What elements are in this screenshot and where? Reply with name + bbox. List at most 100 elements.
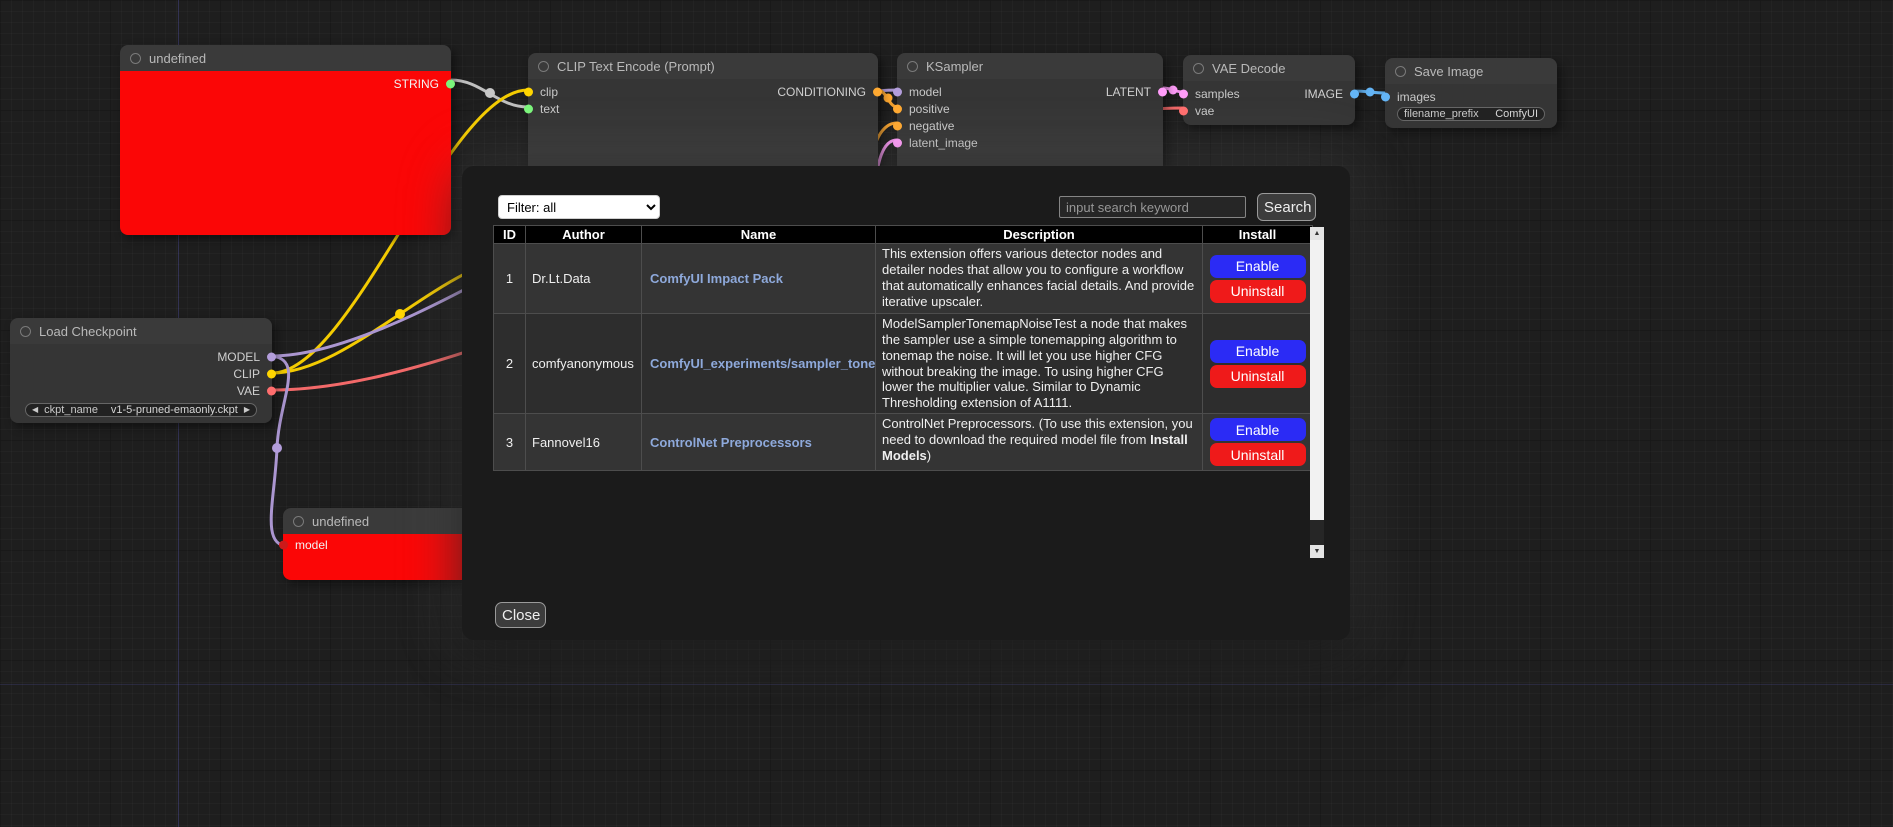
table-row: 3 Fannovel16 ControlNet Preprocessors Co…	[494, 414, 1313, 471]
close-button[interactable]: Close	[495, 602, 546, 628]
output-slot-string[interactable]	[446, 79, 455, 88]
extensions-table: ID Author Name Description Install 1 Dr.…	[493, 225, 1313, 471]
output-slot-clip[interactable]	[267, 369, 276, 378]
table-header-row: ID Author Name Description Install	[494, 226, 1313, 244]
filter-select[interactable]: Filter: all	[498, 195, 660, 219]
cell-author: Fannovel16	[526, 414, 642, 471]
filename-prefix-widget[interactable]: filename_prefix ComfyUI	[1397, 107, 1545, 121]
table-scrollbar[interactable]: ▲ ▼	[1310, 227, 1324, 558]
extension-link[interactable]: ControlNet Preprocessors	[650, 435, 812, 450]
cell-description: ModelSamplerTonemapNoiseTest a node that…	[876, 314, 1203, 414]
extension-link[interactable]: ComfyUI_experiments/sampler_tonemap	[650, 356, 876, 371]
node-undefined-top[interactable]: undefined STRING	[120, 45, 451, 235]
next-icon[interactable]: ▶	[244, 406, 250, 414]
cell-install: Enable Uninstall	[1203, 314, 1313, 414]
node-body: images filename_prefix ComfyUI	[1385, 84, 1557, 128]
node-title: VAE Decode	[1212, 61, 1285, 76]
scrollbar-thumb[interactable]	[1310, 240, 1324, 520]
widget-label: ckpt_name	[44, 404, 98, 416]
output-slot-conditioning[interactable]	[873, 87, 882, 96]
table-row: 2 comfyanonymous ComfyUI_experiments/sam…	[494, 314, 1313, 414]
input-slot-vae[interactable]	[1179, 106, 1188, 115]
previous-icon[interactable]: ◀	[32, 406, 38, 414]
header-id: ID	[494, 226, 526, 244]
widget-value[interactable]: ComfyUI	[1495, 108, 1538, 120]
widget-label: filename_prefix	[1404, 108, 1479, 120]
collapse-icon[interactable]	[130, 53, 141, 64]
node-title: KSampler	[926, 59, 983, 74]
link-midpoint-dot[interactable]	[1169, 86, 1178, 95]
input-slot-samples[interactable]	[1179, 89, 1188, 98]
cell-description: This extension offers various detector n…	[876, 244, 1203, 314]
node-save-image[interactable]: Save Image images filename_prefix ComfyU…	[1385, 58, 1557, 128]
node-title: undefined	[149, 51, 206, 66]
enable-button[interactable]: Enable	[1210, 340, 1306, 363]
collapse-icon[interactable]	[1193, 63, 1204, 74]
node-title-bar[interactable]: CLIP Text Encode (Prompt)	[528, 53, 878, 79]
node-title: Load Checkpoint	[39, 324, 137, 339]
link-midpoint-dot[interactable]	[485, 88, 495, 98]
cell-id: 1	[494, 244, 526, 314]
node-title-bar[interactable]: Load Checkpoint	[10, 318, 272, 344]
link-midpoint-dot[interactable]	[272, 443, 282, 453]
header-install: Install	[1203, 226, 1313, 244]
enable-button[interactable]: Enable	[1210, 418, 1306, 441]
search-input[interactable]	[1059, 196, 1246, 218]
output-label-model: MODEL	[217, 350, 260, 364]
node-title-bar[interactable]: KSampler	[897, 53, 1163, 79]
ckpt-name-widget[interactable]: ◀ ckpt_name v1-5-pruned-emaonly.ckpt ▶	[25, 403, 257, 417]
node-vae-decode[interactable]: VAE Decode samples IMAGE vae	[1183, 55, 1355, 125]
cell-description: ControlNet Preprocessors. (To use this e…	[876, 414, 1203, 471]
header-description: Description	[876, 226, 1203, 244]
uninstall-button[interactable]: Uninstall	[1210, 365, 1306, 388]
widget-value[interactable]: v1-5-pruned-emaonly.ckpt	[111, 404, 238, 416]
link-midpoint-dot[interactable]	[395, 309, 405, 319]
collapse-icon[interactable]	[907, 61, 918, 72]
cell-id: 3	[494, 414, 526, 471]
header-author: Author	[526, 226, 642, 244]
extension-link[interactable]: ComfyUI Impact Pack	[650, 271, 783, 286]
cell-install: Enable Uninstall	[1203, 414, 1313, 471]
node-title-bar[interactable]: Save Image	[1385, 58, 1557, 84]
collapse-icon[interactable]	[1395, 66, 1406, 77]
input-slot-negative[interactable]	[893, 121, 902, 130]
input-slot-latent-image[interactable]	[893, 138, 902, 147]
output-slot-latent[interactable]	[1158, 87, 1167, 96]
node-body: samples IMAGE vae	[1183, 81, 1355, 125]
node-title-bar[interactable]: undefined	[120, 45, 451, 71]
node-title-bar[interactable]: VAE Decode	[1183, 55, 1355, 81]
output-label-clip: CLIP	[233, 367, 260, 381]
input-slot-model[interactable]	[279, 540, 288, 549]
collapse-icon[interactable]	[538, 61, 549, 72]
input-slot-text[interactable]	[524, 104, 533, 113]
uninstall-button[interactable]: Uninstall	[1210, 443, 1306, 466]
node-body: STRING	[120, 71, 451, 235]
graph-canvas[interactable]: undefined STRING CLIP Text Encode (Promp…	[0, 0, 1893, 827]
collapse-icon[interactable]	[20, 326, 31, 337]
scroll-up-icon[interactable]: ▲	[1310, 227, 1324, 240]
input-slot-images[interactable]	[1381, 92, 1390, 101]
cell-author: Dr.Lt.Data	[526, 244, 642, 314]
link-midpoint-dot[interactable]	[884, 94, 893, 103]
cell-id: 2	[494, 314, 526, 414]
output-label-latent: LATENT	[1106, 85, 1151, 99]
output-slot-vae[interactable]	[267, 386, 276, 395]
input-slot-clip[interactable]	[524, 87, 533, 96]
output-label-string: STRING	[394, 77, 439, 91]
node-title: CLIP Text Encode (Prompt)	[557, 59, 715, 74]
header-name: Name	[642, 226, 876, 244]
enable-button[interactable]: Enable	[1210, 255, 1306, 278]
node-body: MODEL CLIP VAE ◀ ckpt_name v1-5-pruned-e…	[10, 344, 272, 423]
collapse-icon[interactable]	[293, 516, 304, 527]
output-label-image: IMAGE	[1304, 87, 1343, 101]
output-label-vae: VAE	[237, 384, 260, 398]
input-slot-model[interactable]	[893, 87, 902, 96]
output-slot-image[interactable]	[1350, 89, 1359, 98]
output-slot-model[interactable]	[267, 352, 276, 361]
link-midpoint-dot[interactable]	[1366, 88, 1375, 97]
uninstall-button[interactable]: Uninstall	[1210, 280, 1306, 303]
search-button[interactable]: Search	[1257, 193, 1316, 221]
input-slot-positive[interactable]	[893, 104, 902, 113]
scroll-down-icon[interactable]: ▼	[1310, 545, 1324, 558]
node-load-checkpoint[interactable]: Load Checkpoint MODEL CLIP VAE ◀ ckpt_na…	[10, 318, 272, 423]
